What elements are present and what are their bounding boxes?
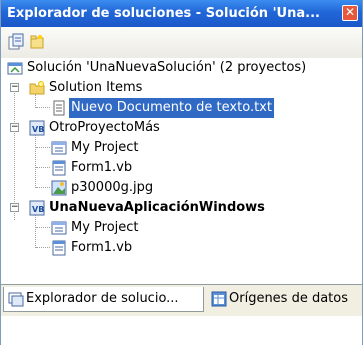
collapse-toggle[interactable]: − (10, 83, 19, 92)
properties-icon[interactable] (7, 33, 25, 51)
my-project-icon (51, 221, 67, 235)
tree-line (36, 187, 50, 188)
tab-label: Explorador de solucio... (26, 291, 179, 306)
tree-line (36, 107, 50, 108)
tree-line (36, 147, 50, 148)
tree-line (14, 86, 15, 220)
form-icon (52, 160, 66, 176)
folder-icon (29, 81, 45, 95)
close-button[interactable]: ✕ (342, 5, 358, 21)
tree-item-label: OtroProyectoMás (49, 120, 160, 135)
close-icon: ✕ (344, 5, 356, 19)
solution-explorer-icon (8, 292, 24, 307)
collapse-toggle[interactable]: − (10, 123, 19, 132)
solution-explorer-window: Explorador de soluciones - Solución 'Una… (0, 0, 363, 345)
my-project-icon (51, 141, 67, 155)
vb-project-icon: VB (29, 200, 45, 216)
solution-tree: Solución 'UnaNuevaSolución' (2 proyectos… (1, 58, 362, 283)
title-bar[interactable]: Explorador de soluciones - Solución 'Una… (1, 0, 362, 27)
svg-text:VB: VB (32, 205, 44, 214)
tab-strip: Explorador de solucio... Orígenes de dat… (1, 284, 362, 316)
bottom-area (1, 316, 362, 345)
tree-line (36, 167, 50, 168)
form-icon (52, 240, 66, 256)
tree-item-label: p30000g.jpg (71, 180, 154, 195)
show-all-files-icon[interactable] (28, 33, 46, 51)
tree-item-label: My Project (71, 220, 139, 235)
tree-item-label: Solución 'UnaNuevaSolución' (2 proyectos… (27, 60, 307, 75)
tree-item-label: Solution Items (49, 80, 143, 95)
vb-project-icon: VB (29, 120, 45, 136)
tree-line (35, 134, 36, 188)
tab-label: Orígenes de datos (229, 291, 349, 306)
tab-solution-explorer[interactable]: Explorador de solucio... (3, 287, 204, 312)
text-file-icon (53, 100, 65, 116)
tab-data-sources[interactable]: Orígenes de datos (207, 287, 357, 311)
tree-line (36, 227, 50, 228)
collapse-toggle[interactable]: − (10, 203, 19, 212)
tree-item-label-selected: Nuevo Documento de texto.txt (69, 98, 274, 118)
window-title: Explorador de soluciones - Solución 'Una… (7, 6, 320, 21)
tree-item-label: Form1.vb (71, 240, 133, 255)
tree-line (36, 247, 50, 248)
data-sources-icon (211, 291, 227, 307)
solution-icon (7, 62, 23, 75)
tree-line (35, 94, 36, 108)
image-file-icon (51, 180, 67, 196)
toolbar (1, 27, 362, 59)
tree-item-label: UnaNuevaAplicaciónWindows (49, 200, 265, 215)
tree-line (35, 214, 36, 248)
tree-item-label: My Project (71, 140, 139, 155)
tree-item-label: Form1.vb (71, 160, 133, 175)
svg-text:VB: VB (32, 125, 44, 134)
